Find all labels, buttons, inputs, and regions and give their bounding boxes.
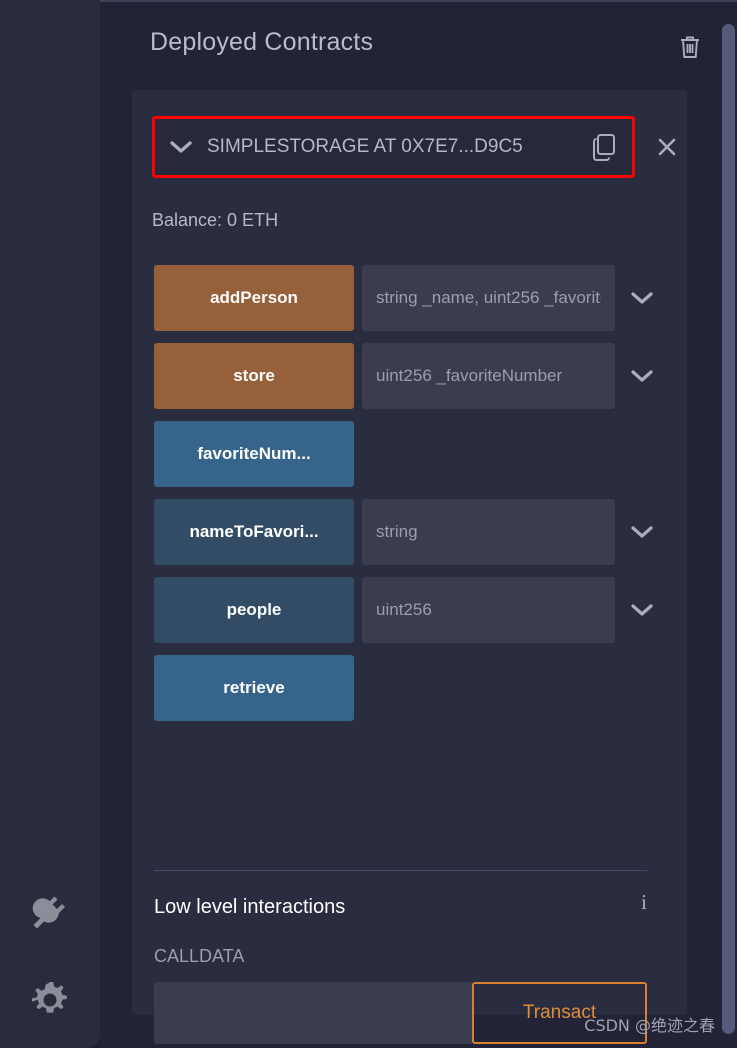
contract-function-row: retrieve xyxy=(154,655,669,721)
copy-icon[interactable] xyxy=(576,132,632,162)
function-arguments-input[interactable] xyxy=(362,265,615,331)
contract-function-row: nameToFavori... xyxy=(154,499,669,565)
calldata-input[interactable] xyxy=(154,982,472,1044)
delete-all-icon[interactable] xyxy=(675,32,705,62)
section-divider xyxy=(154,870,647,871)
plugin-manager-icon[interactable] xyxy=(0,893,100,939)
info-icon[interactable]: i xyxy=(632,888,656,916)
contract-instance-header[interactable]: SIMPLESTORAGE AT 0X7E7...D9C5 xyxy=(152,116,635,178)
calldata-label: CALLDATA xyxy=(154,946,245,966)
calldata-row: Transact xyxy=(154,982,647,1044)
contract-function-list: addPerson store favoriteNum... nameToFavori… xyxy=(154,265,669,733)
panel-header: Deployed Contracts xyxy=(150,28,705,74)
contract-instance-name: SIMPLESTORAGE AT 0X7E7...D9C5 xyxy=(207,136,523,157)
page-title: Deployed Contracts xyxy=(150,28,374,56)
watermark: CSDN @绝迹之春 xyxy=(584,1016,715,1035)
contract-function-row: store xyxy=(154,343,669,409)
close-icon[interactable] xyxy=(652,132,682,162)
function-button[interactable]: people xyxy=(154,577,354,643)
function-button[interactable]: store xyxy=(154,343,354,409)
contract-function-row: people xyxy=(154,577,669,643)
scrollbar-track[interactable] xyxy=(719,2,737,1048)
function-button[interactable]: nameToFavori... xyxy=(154,499,354,565)
function-button[interactable]: addPerson xyxy=(154,265,354,331)
deployed-contracts-scroll-panel: Deployed Contracts SIMPLESTORAGE AT 0X7E… xyxy=(100,0,737,1048)
collapse-panel-icon[interactable] xyxy=(0,0,100,14)
contract-function-row: favoriteNum... xyxy=(154,421,669,487)
settings-icon[interactable] xyxy=(0,980,100,1020)
chevron-down-icon[interactable] xyxy=(615,577,669,643)
chevron-down-icon[interactable] xyxy=(615,499,669,565)
function-arguments-input[interactable] xyxy=(362,577,615,643)
chevron-down-icon[interactable] xyxy=(615,343,669,409)
remix-deployed-contracts-panel: Deployed Contracts SIMPLESTORAGE AT 0X7E… xyxy=(0,0,737,1048)
chevron-down-icon[interactable] xyxy=(155,137,207,157)
low-level-interactions-title: Low level interactions xyxy=(154,896,346,918)
contract-function-row: addPerson xyxy=(154,265,669,331)
function-button[interactable]: favoriteNum... xyxy=(154,421,354,487)
function-arguments-input[interactable] xyxy=(362,499,615,565)
contract-instance-card: SIMPLESTORAGE AT 0X7E7...D9C5 Balance: 0… xyxy=(132,90,687,1044)
function-arguments-input[interactable] xyxy=(362,343,615,409)
chevron-down-icon[interactable] xyxy=(615,265,669,331)
scrollbar-thumb[interactable] xyxy=(722,24,735,1034)
function-button[interactable]: retrieve xyxy=(154,655,354,721)
contract-balance: Balance: 0 ETH xyxy=(152,210,279,230)
icon-sidebar xyxy=(0,0,100,1048)
